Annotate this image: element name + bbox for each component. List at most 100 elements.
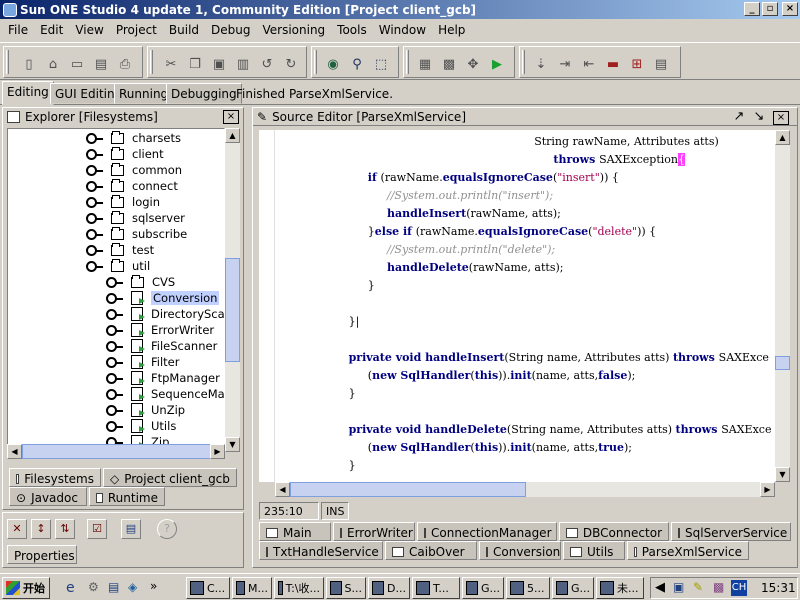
tree-node[interactable]: ErrorWriter — [106, 322, 214, 338]
close-button[interactable]: × — [782, 2, 798, 16]
menu-edit[interactable]: Edit — [34, 23, 69, 37]
tree-node[interactable]: FileScanner — [106, 338, 217, 354]
editor-close-button[interactable]: × — [773, 111, 789, 125]
watch-icon[interactable]: ⊞ — [628, 55, 646, 73]
taskbar-task[interactable]: 未... — [596, 577, 644, 599]
expand-handle-icon[interactable] — [106, 404, 123, 416]
copy-icon[interactable]: ❐ — [186, 55, 204, 73]
paste-icon[interactable]: ▣ — [210, 55, 228, 73]
expand-handle-icon[interactable] — [86, 132, 103, 144]
step-into-icon[interactable]: ⇣ — [532, 55, 550, 73]
print-icon[interactable]: ⎙ — [116, 55, 134, 73]
tab-runtime[interactable]: Runtime — [89, 487, 165, 506]
save-icon[interactable]: ▭ — [68, 55, 86, 73]
editor-vscrollbar[interactable]: ▲ ▼ — [775, 130, 790, 482]
run-icon[interactable]: ▶ — [488, 55, 506, 73]
expand-handle-icon[interactable] — [106, 340, 123, 352]
editor-tab-caibover[interactable]: CaibOver — [385, 541, 477, 560]
expand-handle-icon[interactable] — [106, 356, 123, 368]
expand-handle-icon[interactable] — [86, 228, 103, 240]
tree-node[interactable]: Utils — [106, 418, 176, 434]
scroll-down-arrow-icon[interactable]: ▼ — [225, 437, 240, 452]
explorer-close-button[interactable]: × — [223, 110, 239, 124]
help-icon[interactable]: ? — [157, 519, 177, 539]
scroll-thumb[interactable] — [290, 482, 526, 497]
editor-tab-main[interactable]: Main — [259, 522, 331, 541]
ie-icon[interactable]: e — [66, 580, 75, 596]
expand-handle-icon[interactable] — [106, 420, 123, 432]
expand-handle-icon[interactable] — [86, 164, 103, 176]
tab-properties[interactable]: Properties — [7, 545, 77, 564]
tree-node[interactable]: test — [86, 242, 154, 258]
scroll-left-arrow-icon[interactable]: ◀ — [275, 482, 290, 497]
tree-node[interactable]: CVS — [106, 274, 175, 290]
editor-tab-dbconnector[interactable]: DBConnector — [559, 522, 669, 541]
undo-icon[interactable]: ↺ — [258, 55, 276, 73]
app-icon[interactable] — [3, 2, 17, 17]
taskbar-task[interactable]: G... — [552, 577, 594, 599]
menu-window[interactable]: Window — [373, 23, 432, 37]
sort-by-name-icon[interactable]: ↕ — [31, 519, 51, 539]
expand-handle-icon[interactable] — [106, 276, 123, 288]
expand-handle-icon[interactable] — [106, 372, 123, 384]
minimize-button[interactable]: _ — [744, 2, 760, 16]
expand-handle-icon[interactable] — [86, 148, 103, 160]
taskbar-task[interactable]: T... — [412, 577, 460, 599]
tab-running[interactable]: Running — [114, 83, 174, 104]
find-in-files-icon[interactable]: ⬚ — [372, 55, 390, 73]
tab-filesystems[interactable]: Filesystems — [9, 468, 101, 487]
tree-node[interactable]: charsets — [86, 130, 181, 146]
taskbar-task[interactable]: T:\收... — [274, 577, 324, 599]
editor-tab-parsexmlservice[interactable]: ParseXmlService — [627, 541, 749, 560]
expand-handle-icon[interactable] — [86, 244, 103, 256]
expand-handle-icon[interactable] — [106, 324, 123, 336]
tree-node[interactable]: common — [86, 162, 182, 178]
tree-node[interactable]: connect — [86, 178, 178, 194]
tray-app-icon[interactable]: ▩ — [713, 580, 724, 594]
tree-node[interactable]: util — [86, 258, 150, 274]
expand-handle-icon[interactable] — [86, 212, 103, 224]
tab-debugging[interactable]: Debugging — [166, 83, 242, 104]
collapse-handle-icon[interactable] — [86, 260, 103, 272]
menu-tools[interactable]: Tools — [331, 23, 373, 37]
scroll-right-arrow-icon[interactable]: ▶ — [760, 482, 775, 497]
explorer-vscrollbar[interactable]: ▲ ▼ — [225, 128, 240, 452]
clock[interactable]: 15:31 — [761, 581, 796, 595]
expand-handle-icon[interactable] — [86, 196, 103, 208]
scroll-thumb[interactable] — [22, 444, 220, 459]
code-area[interactable]: String rawName, Attributes atts) throws S… — [259, 130, 775, 482]
menu-build[interactable]: Build — [163, 23, 205, 37]
debug-window-icon[interactable]: ▤ — [652, 55, 670, 73]
tree-node[interactable]: Filter — [106, 354, 179, 370]
toolbar-grip[interactable] — [522, 50, 525, 74]
show-editable-icon[interactable]: ☑ — [87, 519, 107, 539]
redo-icon[interactable]: ↻ — [282, 55, 300, 73]
menu-versioning[interactable]: Versioning — [256, 23, 331, 37]
expand-handle-icon[interactable] — [106, 308, 123, 320]
cut-icon[interactable]: ✂ — [162, 55, 180, 73]
explorer-quicklaunch-icon[interactable]: ⚙ — [88, 580, 99, 594]
scroll-down-arrow-icon[interactable]: ▼ — [775, 467, 790, 482]
step-over-icon[interactable]: ⇥ — [556, 55, 574, 73]
editor-tab-sqlserverservice[interactable]: SqlServerService — [671, 522, 791, 541]
tree-node[interactable]: sqlserver — [86, 210, 185, 226]
quicklaunch-more[interactable]: » — [150, 579, 157, 593]
breakpoint-icon[interactable]: ▬ — [604, 55, 622, 73]
stop-icon[interactable]: ✥ — [464, 55, 482, 73]
tree-node[interactable]: UnZip — [106, 402, 185, 418]
scroll-up-arrow-icon[interactable]: ▲ — [225, 128, 240, 143]
volume-icon[interactable]: ◀ — [655, 580, 665, 595]
build-icon[interactable]: ▩ — [440, 55, 458, 73]
editor-tab-txthandleservice[interactable]: TxtHandleService — [259, 541, 383, 560]
menu-debug[interactable]: Debug — [205, 23, 256, 37]
web-search-icon[interactable]: ◉ — [324, 55, 342, 73]
menu-view[interactable]: View — [69, 23, 109, 37]
menu-file[interactable]: File — [2, 23, 34, 37]
start-button[interactable]: 开始 — [2, 577, 50, 599]
menu-help[interactable]: Help — [432, 23, 471, 37]
explorer-hscrollbar[interactable]: ◀ ▶ — [7, 444, 225, 459]
tree-node[interactable]: FtpManager — [106, 370, 220, 386]
scroll-left-arrow-icon[interactable]: ◀ — [7, 444, 22, 459]
tab-project[interactable]: ◇ Project client_gcb — [103, 468, 237, 487]
editor-tab-conversion[interactable]: Conversion — [479, 541, 561, 560]
